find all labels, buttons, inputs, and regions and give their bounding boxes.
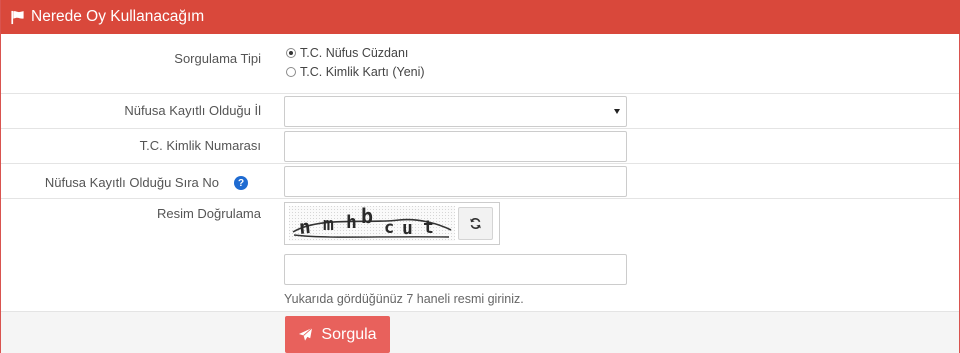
voting-location-panel: Nerede Oy Kullanacağım Sorgulama Tipi T.… <box>0 0 960 353</box>
question-circle-icon[interactable]: ? <box>234 176 248 190</box>
sequence-no-label: Nüfusa Kayıtlı Olduğu Sıra No <box>44 175 219 190</box>
tc-number-label: T.C. Kimlik Numarası <box>139 138 261 153</box>
form-footer <box>1 311 959 353</box>
captcha-label: Resim Doğrulama <box>156 206 261 221</box>
province-label: Nüfusa Kayıtlı Olduğu İl <box>124 103 261 118</box>
paper-plane-icon <box>299 327 313 341</box>
panel-header: Nerede Oy Kullanacağım <box>1 0 960 34</box>
captcha-image: n m h b c u t <box>289 206 455 241</box>
query-type-row: Sorgulama Tipi T.C. Nüfus Cüzdanı T.C. K… <box>1 34 959 94</box>
captcha-hint: Yukarıda gördüğünüz 7 haneli resmi girin… <box>284 292 524 306</box>
svg-text:m: m <box>323 214 334 235</box>
submit-label: Sorgula <box>321 325 377 343</box>
query-type-label: Sorgulama Tipi <box>174 51 261 66</box>
svg-text:h: h <box>346 212 357 233</box>
svg-text:n: n <box>298 216 312 239</box>
radio-tc-kimlik-karti[interactable]: T.C. Kimlik Kartı (Yeni) <box>286 65 425 79</box>
captcha-box: n m h b c u t <box>284 202 500 245</box>
svg-text:t: t <box>423 217 434 238</box>
radio-button-checked[interactable] <box>286 48 296 58</box>
chevron-down-icon <box>614 109 620 114</box>
province-select[interactable] <box>284 96 627 127</box>
captcha-refresh-button[interactable] <box>458 207 493 240</box>
radio-tc-nufus-cuzdani[interactable]: T.C. Nüfus Cüzdanı <box>286 46 408 60</box>
tc-number-input[interactable] <box>284 131 627 162</box>
flag-icon <box>11 10 24 24</box>
panel-title: Nerede Oy Kullanacağım <box>31 8 205 25</box>
radio-label: T.C. Nüfus Cüzdanı <box>300 46 409 60</box>
submit-button[interactable]: Sorgula <box>285 316 390 353</box>
captcha-input[interactable] <box>284 254 627 285</box>
svg-text:c: c <box>384 218 394 238</box>
radio-label: T.C. Kimlik Kartı (Yeni) <box>300 65 425 79</box>
sequence-no-input[interactable] <box>284 166 627 197</box>
refresh-icon <box>470 218 481 229</box>
svg-text:u: u <box>402 218 413 239</box>
radio-button[interactable] <box>286 67 296 77</box>
svg-text:b: b <box>361 206 373 228</box>
